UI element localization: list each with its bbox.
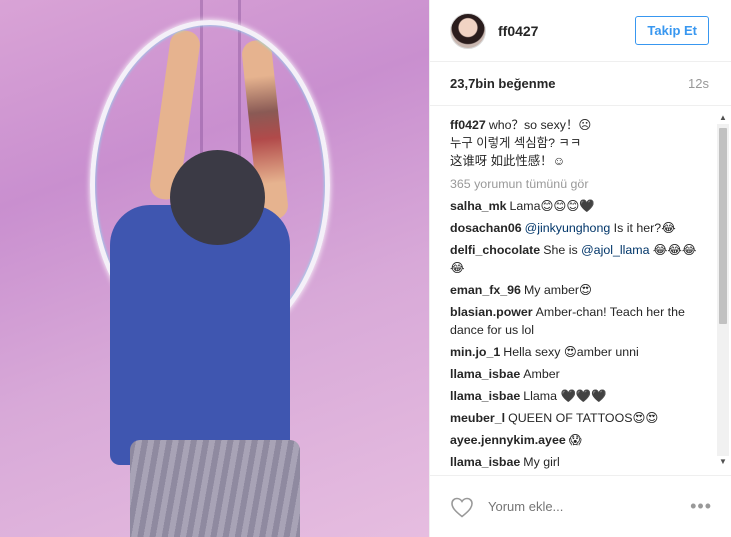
post-time[interactable]: 12s: [688, 76, 709, 91]
comments-scrollbar[interactable]: ▲ ▼: [717, 112, 729, 468]
comment-username[interactable]: dosachan06: [450, 221, 522, 235]
avatar[interactable]: [450, 12, 486, 49]
comment-item: dosachan06 @jinkyunghong Is it her?😂: [450, 219, 712, 237]
heart-icon[interactable]: [450, 496, 474, 518]
caption-text: who？so sexy！☹: [488, 118, 592, 132]
scrollbar-track[interactable]: [717, 124, 729, 456]
comment-text: Lama😊😊😊🖤: [509, 199, 595, 213]
comment-item: llama_isbae Amber: [450, 365, 712, 383]
person-shorts: [130, 440, 300, 537]
comment-username[interactable]: delfi_chocolate: [450, 243, 540, 257]
comment-username[interactable]: salha_mk: [450, 199, 506, 213]
scroll-up-arrow-icon[interactable]: ▲: [717, 112, 729, 124]
follow-button[interactable]: Takip Et: [635, 16, 709, 45]
post-caption: ff0427 who？so sexy！☹ 누구 이렇게 섹심함? ㅋㅋ 这谁呀 如…: [450, 116, 712, 170]
comment-username[interactable]: ayee.jennykim.ayee: [450, 433, 566, 447]
like-count[interactable]: 23,7bin beğenme: [450, 76, 555, 91]
comment-username[interactable]: meuber_l: [450, 411, 505, 425]
comment-text: QUEEN OF TATTOOS😍😍: [508, 411, 659, 425]
comment-mention[interactable]: @jinkyunghong: [525, 221, 611, 235]
comment-text: 😱: [568, 433, 582, 447]
author-username[interactable]: ff0427: [498, 23, 635, 39]
comment-mention[interactable]: @ajol_llama: [581, 243, 649, 257]
comment-item: llama_isbae Llama 🖤🖤🖤: [450, 387, 712, 405]
comment-item: delfi_chocolate She is @ajol_llama 😂😂😂😂: [450, 241, 712, 277]
comment-text: My amber😍: [523, 283, 592, 297]
comment-username[interactable]: llama_isbae: [450, 367, 520, 381]
comment-item: meuber_l QUEEN OF TATTOOS😍😍: [450, 409, 712, 427]
comment-text: She is: [543, 243, 582, 257]
comment-item: min.jo_1 Hella sexy 😍amber unni: [450, 343, 712, 361]
view-all-comments-link[interactable]: 365 yorumun tümünü gör: [450, 175, 712, 193]
more-options-icon[interactable]: •••: [690, 496, 712, 517]
comment-item: salha_mk Lama😊😊😊🖤: [450, 197, 712, 215]
scroll-down-arrow-icon[interactable]: ▼: [717, 456, 729, 468]
post-dialog: ff0427 Takip Et 23,7bin beğenme 12s ff04…: [0, 0, 731, 537]
caption-text: 这谁呀 如此性感！☺: [450, 154, 566, 168]
comment-item: eman_fx_96 My amber😍: [450, 281, 712, 299]
comment-username[interactable]: llama_isbae: [450, 455, 520, 469]
comment-username[interactable]: llama_isbae: [450, 389, 520, 403]
post-photo[interactable]: [0, 0, 429, 537]
comment-item: ayee.jennykim.ayee 😱: [450, 431, 712, 449]
comment-text: Is it her?😂: [610, 221, 676, 235]
person-head: [170, 150, 265, 245]
comment-input[interactable]: [488, 499, 691, 514]
caption-username[interactable]: ff0427: [450, 118, 486, 132]
post-side-panel: ff0427 Takip Et 23,7bin beğenme 12s ff04…: [429, 0, 731, 537]
post-stats: 23,7bin beğenme 12s: [430, 62, 731, 106]
comment-item: blasian.power Amber-chan! Teach her the d…: [450, 303, 712, 339]
comment-text: Llama 🖤🖤🖤: [523, 389, 607, 403]
comment-bar: •••: [430, 475, 731, 537]
comment-username[interactable]: min.jo_1: [450, 345, 500, 359]
person-shirt: [110, 205, 290, 465]
comments-list[interactable]: ff0427 who？so sexy！☹ 누구 이렇게 섹심함? ㅋㅋ 这谁呀 如…: [430, 106, 731, 474]
comment-text: My girl: [523, 455, 560, 469]
comment-text: Hella sexy 😍amber unni: [503, 345, 639, 359]
scrollbar-thumb[interactable]: [719, 128, 727, 324]
post-header: ff0427 Takip Et: [430, 0, 731, 62]
caption-text: 누구 이렇게 섹심함? ㅋㅋ: [450, 136, 582, 150]
comment-text: Amber: [523, 367, 560, 381]
comment-username[interactable]: eman_fx_96: [450, 283, 521, 297]
comment-item: llama_isbae My girl: [450, 453, 712, 471]
comment-username[interactable]: blasian.power: [450, 305, 533, 319]
